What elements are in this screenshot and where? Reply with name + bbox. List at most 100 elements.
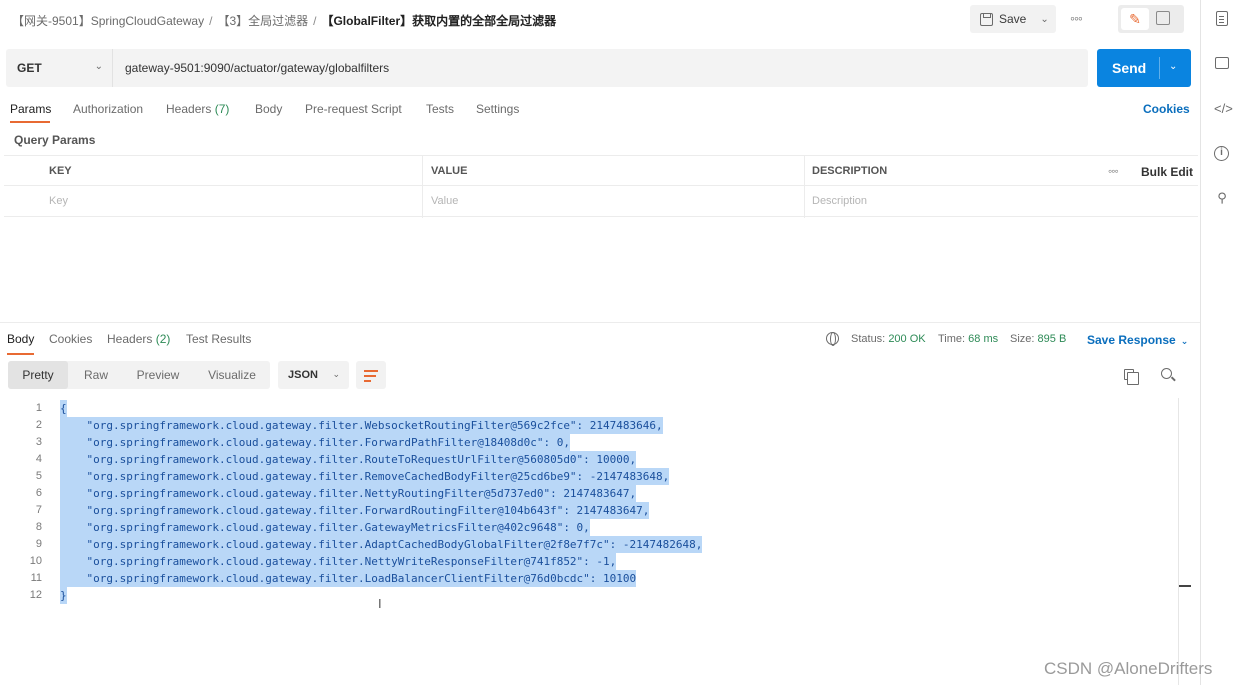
line-number: 7 bbox=[35, 504, 42, 516]
line-number: 10 bbox=[29, 555, 42, 567]
breadcrumb-separator: / bbox=[209, 14, 213, 28]
method-value: GET bbox=[17, 61, 42, 75]
code-text[interactable]: "org.springframework.cloud.gateway.filte… bbox=[60, 485, 637, 502]
chevron-down-icon[interactable]: ⌄ bbox=[1040, 14, 1048, 25]
status-readout[interactable]: Status: 200 OK bbox=[851, 333, 926, 345]
code-line[interactable]: 7 "org.springframework.cloud.gateway.fil… bbox=[0, 502, 1178, 519]
response-tab-headers[interactable]: Headers (2) bbox=[107, 332, 170, 346]
breadcrumb-bar: 【网关-9501】SpringCloudGateway / 【3】全局过滤器 / 【Gl… bbox=[0, 0, 1200, 40]
response-tab-body[interactable]: Body bbox=[7, 332, 34, 346]
globe-icon[interactable] bbox=[826, 332, 839, 346]
wrap-icon bbox=[364, 370, 378, 372]
view-pretty-button[interactable]: Pretty bbox=[8, 361, 68, 389]
documentation-icon[interactable] bbox=[1216, 11, 1228, 26]
copy-icon[interactable] bbox=[1124, 369, 1139, 385]
scrollbar[interactable] bbox=[1178, 398, 1179, 685]
code-text[interactable]: "org.springframework.cloud.gateway.filte… bbox=[60, 536, 703, 553]
tab-authorization[interactable]: Authorization bbox=[73, 102, 143, 116]
format-value: JSON bbox=[288, 369, 318, 381]
line-number: 4 bbox=[35, 453, 42, 465]
view-raw-button[interactable]: Raw bbox=[73, 361, 119, 389]
tab-pre-request-script[interactable]: Pre-request Script bbox=[305, 102, 402, 116]
watermark: CSDN @AloneDrifters bbox=[1044, 659, 1213, 678]
tab-body[interactable]: Body bbox=[255, 102, 282, 116]
wrap-lines-button[interactable] bbox=[356, 361, 386, 389]
view-visualize-button[interactable]: Visualize bbox=[201, 361, 263, 389]
line-number: 9 bbox=[35, 538, 42, 550]
save-response-button[interactable]: Save Response ⌄ bbox=[1087, 333, 1188, 347]
code-text[interactable]: "org.springframework.cloud.gateway.filte… bbox=[60, 570, 637, 587]
search-icon[interactable] bbox=[1161, 368, 1172, 379]
code-line[interactable]: 12} bbox=[0, 587, 1178, 604]
view-preview-button[interactable]: Preview bbox=[128, 361, 188, 389]
text-cursor-icon: I bbox=[378, 596, 382, 611]
send-label: Send bbox=[1112, 60, 1147, 76]
table-row: Key Value Description bbox=[4, 186, 1198, 216]
method-select[interactable]: GET ⌄ bbox=[6, 49, 113, 87]
code-text[interactable]: "org.springframework.cloud.gateway.filte… bbox=[60, 502, 650, 519]
params-table: KEY VALUE DESCRIPTION ◦◦◦ Bulk Edit Key … bbox=[4, 155, 1198, 218]
code-text[interactable]: { bbox=[60, 400, 67, 417]
url-input[interactable]: gateway-9501:9090/actuator/gateway/globa… bbox=[113, 49, 1088, 87]
time-readout[interactable]: Time: 68 ms bbox=[938, 333, 998, 345]
code-text[interactable]: "org.springframework.cloud.gateway.filte… bbox=[60, 553, 617, 570]
response-bar: Body Cookies Headers (2) Test Results St… bbox=[0, 322, 1200, 355]
format-select[interactable]: JSON ⌄ bbox=[278, 361, 349, 389]
line-number: 2 bbox=[35, 419, 42, 431]
code-line[interactable]: 9 "org.springframework.cloud.gateway.fil… bbox=[0, 536, 1178, 553]
code-text[interactable]: "org.springframework.cloud.gateway.filte… bbox=[60, 417, 663, 434]
response-tab-test-results[interactable]: Test Results bbox=[186, 332, 251, 346]
more-options-icon[interactable]: ◦◦◦ bbox=[1070, 10, 1083, 26]
code-line[interactable]: 1{ bbox=[0, 400, 1178, 417]
chevron-down-icon[interactable]: ⌄ bbox=[1169, 61, 1177, 72]
code-line[interactable]: 8 "org.springframework.cloud.gateway.fil… bbox=[0, 519, 1178, 536]
code-text[interactable]: } bbox=[60, 587, 67, 604]
mode-toggle[interactable]: ✎ bbox=[1118, 5, 1184, 33]
scrollbar-thumb[interactable] bbox=[1179, 585, 1191, 587]
cookies-link[interactable]: Cookies bbox=[1143, 102, 1190, 116]
code-text[interactable]: "org.springframework.cloud.gateway.filte… bbox=[60, 434, 570, 451]
line-number: 1 bbox=[35, 402, 42, 414]
code-line[interactable]: 3 "org.springframework.cloud.gateway.fil… bbox=[0, 434, 1178, 451]
breadcrumb-request-name[interactable]: 【GlobalFilter】获取内置的全部全局过滤器 bbox=[321, 14, 556, 28]
lightbulb-icon[interactable]: ⚲ bbox=[1214, 190, 1230, 206]
comments-icon[interactable] bbox=[1215, 57, 1229, 69]
more-options-icon[interactable]: ◦◦◦ bbox=[1108, 164, 1119, 178]
column-header-value: VALUE bbox=[431, 165, 468, 177]
pencil-icon[interactable]: ✎ bbox=[1121, 8, 1149, 30]
breadcrumb-folder[interactable]: 【3】全局过滤器 bbox=[217, 14, 308, 28]
code-line[interactable]: 2 "org.springframework.cloud.gateway.fil… bbox=[0, 417, 1178, 434]
send-button[interactable]: Send ⌄ bbox=[1097, 49, 1191, 87]
status-value: 200 OK bbox=[888, 333, 926, 345]
code-icon[interactable]: </> bbox=[1214, 101, 1233, 117]
tab-headers[interactable]: Headers (7) bbox=[166, 102, 229, 116]
code-line[interactable]: 5 "org.springframework.cloud.gateway.fil… bbox=[0, 468, 1178, 485]
response-body-editor[interactable]: 1{2 "org.springframework.cloud.gateway.f… bbox=[0, 398, 1178, 685]
code-line[interactable]: 11 "org.springframework.cloud.gateway.fi… bbox=[0, 570, 1178, 587]
code-text[interactable]: "org.springframework.cloud.gateway.filte… bbox=[60, 468, 670, 485]
value-input[interactable]: Value bbox=[431, 195, 458, 207]
info-icon[interactable]: i bbox=[1214, 146, 1229, 161]
key-input[interactable]: Key bbox=[49, 195, 68, 207]
description-input[interactable]: Description bbox=[812, 195, 867, 207]
size-readout[interactable]: Size: 895 B bbox=[1010, 333, 1066, 345]
code-text[interactable]: "org.springframework.cloud.gateway.filte… bbox=[60, 519, 590, 536]
send-divider bbox=[1159, 57, 1160, 79]
tab-params[interactable]: Params bbox=[10, 102, 51, 116]
bulk-edit-button[interactable]: Bulk Edit bbox=[1141, 165, 1193, 179]
line-number: 8 bbox=[35, 521, 42, 533]
size-value: 895 B bbox=[1037, 333, 1067, 345]
code-text[interactable]: "org.springframework.cloud.gateway.filte… bbox=[60, 451, 637, 468]
documentation-icon[interactable] bbox=[1156, 11, 1170, 25]
tab-tests[interactable]: Tests bbox=[426, 102, 454, 116]
response-tab-cookies[interactable]: Cookies bbox=[49, 332, 92, 346]
right-sidebar: </> i ⚲ bbox=[1200, 0, 1242, 685]
code-line[interactable]: 6 "org.springframework.cloud.gateway.fil… bbox=[0, 485, 1178, 502]
column-header-key: KEY bbox=[49, 165, 72, 177]
code-line[interactable]: 10 "org.springframework.cloud.gateway.fi… bbox=[0, 553, 1178, 570]
code-line[interactable]: 4 "org.springframework.cloud.gateway.fil… bbox=[0, 451, 1178, 468]
time-value: 68 ms bbox=[968, 333, 999, 345]
tab-settings[interactable]: Settings bbox=[476, 102, 519, 116]
save-button[interactable]: Save ⌄ bbox=[970, 5, 1056, 33]
breadcrumb-collection[interactable]: 【网关-9501】SpringCloudGateway bbox=[12, 14, 204, 28]
